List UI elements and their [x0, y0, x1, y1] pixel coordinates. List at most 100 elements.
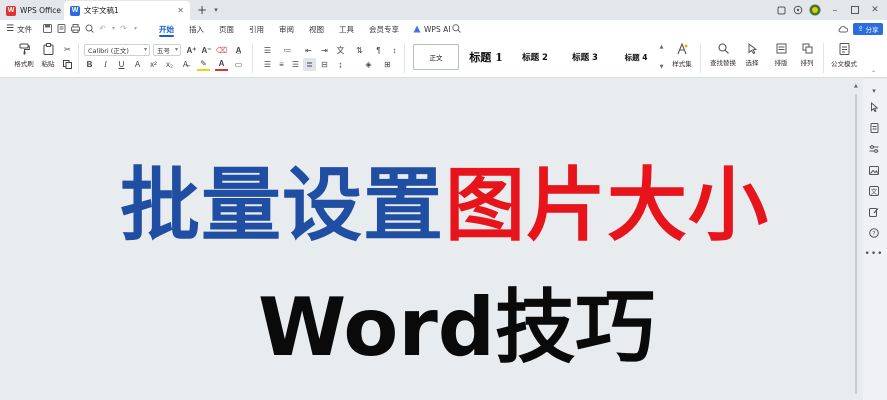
sidebar-document-icon[interactable] — [865, 120, 883, 136]
window-restore-icon[interactable] — [774, 3, 788, 17]
line-spacing-select-icon[interactable]: ↨ — [334, 58, 347, 71]
clear-format-icon[interactable]: ⌫ — [215, 44, 228, 57]
official-doc-mode-button[interactable]: 公文模式 — [829, 43, 859, 71]
distribute-icon[interactable]: ⊟ — [318, 58, 331, 71]
style-set-icon — [677, 43, 688, 55]
align-left-icon[interactable]: ☰ — [261, 58, 274, 71]
tab-document[interactable]: W 文字文稿1 ✕ — [64, 1, 190, 20]
avatar[interactable] — [808, 3, 822, 17]
menu-item-review[interactable]: 审阅 — [279, 20, 294, 38]
menu-item-start[interactable]: 开始 — [159, 20, 174, 38]
cloud-icon[interactable] — [837, 22, 848, 35]
grow-font-icon[interactable]: A⁺ — [185, 44, 198, 57]
share-button[interactable]: ⇪ 分享 — [853, 23, 883, 35]
subscript-icon[interactable]: x₂ — [163, 58, 176, 71]
menu-item-member[interactable]: 会员专享 — [369, 20, 399, 38]
menu-item-page[interactable]: 页面 — [219, 20, 234, 38]
vertical-scrollbar[interactable]: ▲ — [852, 79, 860, 400]
ribbon-separator — [78, 43, 79, 73]
sidebar-more-icon[interactable]: ••• — [865, 246, 883, 262]
paste-label: 粘贴 — [41, 60, 55, 68]
shrink-font-icon[interactable]: A⁻ — [200, 44, 213, 57]
select-button[interactable]: 选择 — [741, 43, 763, 71]
paste-button[interactable]: 粘贴 — [38, 43, 58, 71]
undo-icon[interactable]: ↶ — [97, 22, 108, 35]
align-center-icon[interactable]: ≡ — [275, 58, 288, 71]
sidebar-settings-icon[interactable] — [865, 141, 883, 157]
bold-icon[interactable]: B — [83, 58, 96, 71]
layout-button[interactable]: 排版 — [771, 43, 791, 71]
styles-scroll[interactable]: ▲ ▼ — [658, 44, 665, 70]
close-window-icon[interactable]: ✕ — [868, 3, 882, 17]
print-preview-icon[interactable] — [84, 22, 95, 35]
menu-item-reference[interactable]: 引用 — [249, 20, 264, 38]
maximize-icon[interactable] — [848, 3, 862, 17]
scrollbar-thumb[interactable] — [855, 94, 857, 394]
save-icon[interactable] — [42, 22, 53, 35]
highlight-icon[interactable]: ✎ — [197, 58, 210, 71]
style-heading-2[interactable]: 标题 2 — [513, 44, 557, 70]
tab-list-chevron-icon[interactable]: ▾ — [209, 3, 223, 17]
show-marks-icon[interactable]: ¶ — [372, 44, 385, 57]
sidebar-edit-icon[interactable] — [865, 204, 883, 220]
style-set-button[interactable]: 样式集 — [669, 43, 695, 71]
char-shading-icon[interactable]: ▭ — [232, 58, 245, 71]
collapse-ribbon-icon[interactable]: ⌃ — [871, 70, 876, 77]
format-painter-label: 格式刷 — [14, 60, 34, 68]
decrease-indent-icon[interactable]: ⇤ — [302, 44, 315, 57]
sidebar-translate-icon[interactable]: 文 — [865, 183, 883, 199]
sidebar-cursor-icon[interactable] — [865, 99, 883, 115]
settings-icon[interactable] — [791, 3, 805, 17]
font-color-icon[interactable]: A — [215, 58, 228, 71]
style-set-label: 样式集 — [672, 60, 692, 68]
sidebar-image-icon[interactable] — [865, 162, 883, 178]
export-pdf-icon[interactable] — [56, 22, 67, 35]
arrange-button[interactable]: 排列 — [797, 43, 817, 71]
strikethrough-icon[interactable]: A̶ — [179, 58, 192, 71]
chevron-down-icon[interactable]: ▼ — [660, 64, 664, 70]
format-painter-button[interactable]: 格式刷 — [14, 43, 34, 71]
text-effects-icon[interactable]: A̲ — [232, 44, 245, 57]
redo-icon[interactable]: ↷ — [118, 22, 129, 35]
style-heading-4[interactable]: 标题 4 — [614, 44, 658, 70]
sidebar-help-icon[interactable]: ? — [865, 225, 883, 241]
file-menu[interactable]: ☰ 文件 — [6, 20, 32, 38]
font-size-select[interactable]: 五号 — [153, 44, 181, 56]
find-replace-button[interactable]: 查找替换 — [706, 43, 740, 71]
align-right-icon[interactable]: ☰ — [289, 58, 302, 71]
sidebar-collapse-icon[interactable]: ▾ — [865, 83, 883, 99]
print-icon[interactable] — [70, 22, 81, 35]
wps-ai-button[interactable]: WPS AI — [413, 20, 450, 38]
shading-icon[interactable]: ◈ — [362, 58, 375, 71]
style-normal[interactable]: 正文 — [413, 44, 459, 70]
font-name-select[interactable]: Calibri (正文) — [84, 44, 150, 56]
line-spacing-icon[interactable]: ↕ — [388, 44, 401, 57]
close-tab-icon[interactable]: ✕ — [177, 6, 184, 15]
chinese-layout-icon[interactable]: 文 — [334, 44, 347, 57]
italic-icon[interactable]: I — [99, 58, 112, 71]
sort-icon[interactable]: ⇅ — [353, 44, 366, 57]
tab-document-label: 文字文稿1 — [84, 6, 119, 15]
numbered-list-icon[interactable]: ≔ — [281, 44, 294, 57]
text-color-icon[interactable]: A — [131, 58, 144, 71]
cut-icon[interactable]: ✂ — [61, 43, 74, 56]
justify-icon[interactable]: ≣ — [303, 58, 316, 71]
copy-icon[interactable] — [61, 58, 74, 71]
scroll-up-icon[interactable]: ▲ — [854, 83, 858, 89]
menu-item-tools[interactable]: 工具 — [339, 20, 354, 38]
tab-wps-office[interactable]: W WPS Office — [0, 1, 62, 20]
style-heading-3[interactable]: 标题 3 — [563, 44, 607, 70]
menu-item-insert[interactable]: 插入 — [189, 20, 204, 38]
increase-indent-icon[interactable]: ⇥ — [318, 44, 331, 57]
style-heading-1[interactable]: 标题 1 — [462, 44, 510, 70]
redo-chevron-icon[interactable]: ▾ — [130, 22, 141, 35]
underline-icon[interactable]: U — [115, 58, 128, 71]
new-tab-button[interactable]: + — [195, 2, 209, 18]
search-icon[interactable] — [451, 22, 462, 35]
bullet-list-icon[interactable]: ☰ — [261, 44, 274, 57]
chevron-up-icon[interactable]: ▲ — [660, 44, 664, 50]
superscript-icon[interactable]: x² — [147, 58, 160, 71]
borders-icon[interactable]: ⊞ — [381, 58, 394, 71]
minimize-icon[interactable]: – — [828, 3, 842, 17]
menu-item-view[interactable]: 视图 — [309, 20, 324, 38]
